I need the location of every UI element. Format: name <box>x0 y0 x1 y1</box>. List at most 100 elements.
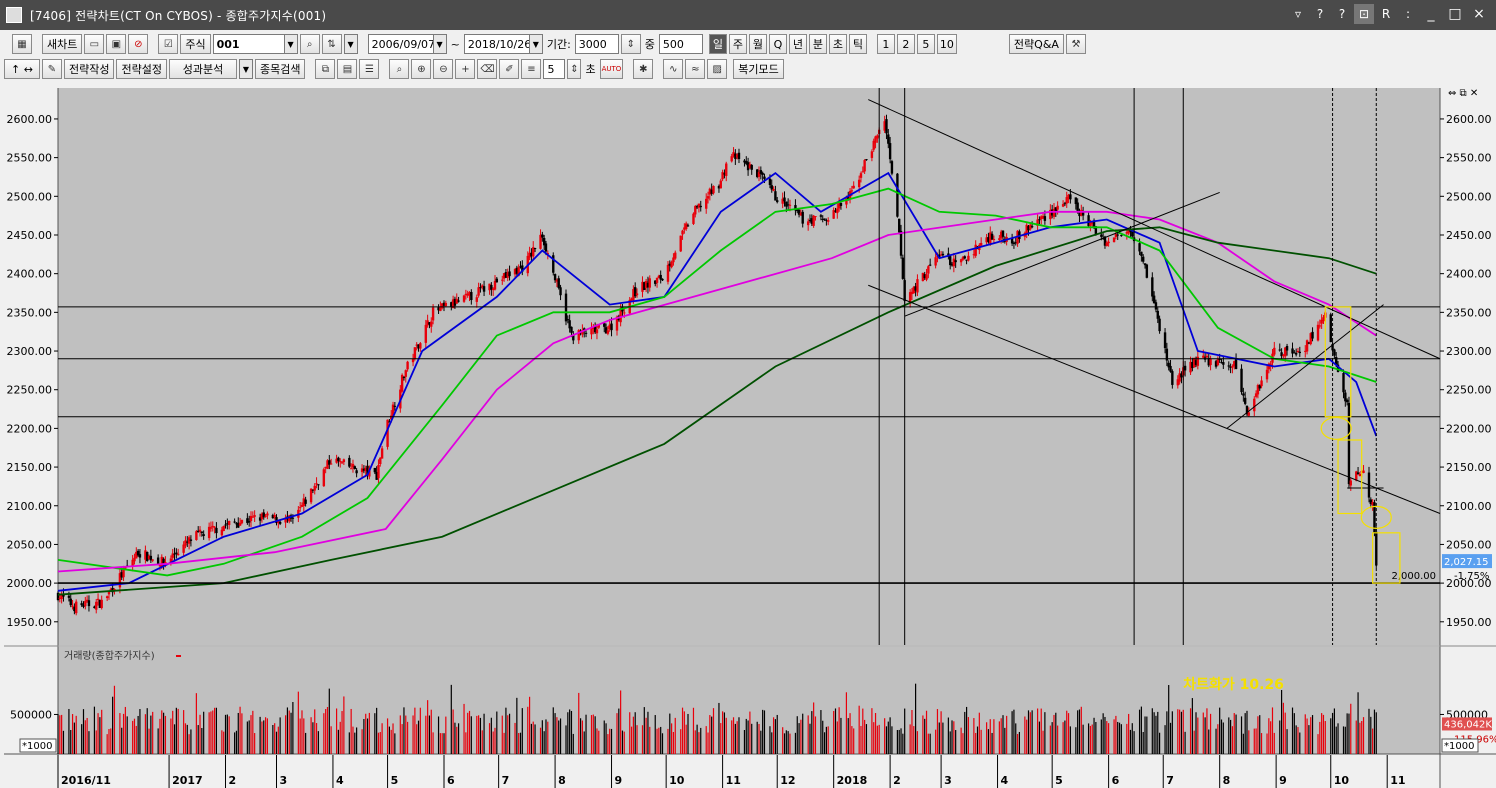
info-icon[interactable]: ? <box>1332 4 1352 24</box>
wave-icon-1[interactable]: ∿ <box>663 59 684 79</box>
period-second-button[interactable]: 초 <box>828 34 847 54</box>
period-spin-icon[interactable]: ⇕ <box>620 34 641 54</box>
wrench-icon[interactable]: ⚒ <box>1065 34 1086 54</box>
eraser-icon[interactable]: ⌫ <box>477 59 498 79</box>
period-day-button[interactable]: 일 <box>708 34 727 54</box>
candle-body <box>1140 251 1143 256</box>
perf-analysis-button[interactable]: 성과분석 <box>168 59 237 79</box>
link-icon[interactable]: ▿ <box>1288 4 1308 24</box>
left-tick-label: 2000.00 <box>7 577 53 590</box>
candle-body <box>1120 235 1123 237</box>
end-date-input[interactable]: 2018/10/26 <box>463 34 531 54</box>
search-icon[interactable]: ⌕ <box>299 34 320 54</box>
period-tick-button[interactable]: 틱 <box>848 34 867 54</box>
perf-dropdown-icon[interactable]: ▼ <box>238 59 253 79</box>
sort-icon[interactable]: ⇅ <box>321 34 342 54</box>
candle <box>400 373 404 393</box>
code-dropdown-icon[interactable]: ▼ <box>283 34 298 54</box>
candle-body <box>1061 204 1065 207</box>
crosshair-icon[interactable]: + <box>455 59 476 79</box>
n-1-button[interactable]: 1 <box>876 34 895 54</box>
candle-body <box>774 191 777 201</box>
candle-body <box>1222 362 1225 365</box>
left-tick-label: 2350.00 <box>7 306 53 319</box>
period-input[interactable]: 3000 <box>574 34 619 54</box>
candle-body <box>890 161 894 174</box>
period-year-button[interactable]: 년 <box>788 34 807 54</box>
sec-spin-icon[interactable]: ⇕ <box>567 59 582 79</box>
period-week-button[interactable]: 주 <box>728 34 747 54</box>
n-2-button[interactable]: 2 <box>896 34 915 54</box>
close-button[interactable]: × <box>1468 4 1490 24</box>
new-chart-button[interactable]: 새차트 <box>42 34 83 54</box>
candle-body <box>1318 325 1322 327</box>
zoom-out-icon[interactable]: ⊖ <box>433 59 454 79</box>
candle-body <box>329 463 333 465</box>
chart-icon[interactable]: ▨ <box>707 59 728 79</box>
maximize-button[interactable]: □ <box>1444 4 1466 24</box>
candle-body <box>979 242 983 246</box>
n-5-button[interactable]: 5 <box>916 34 935 54</box>
start-date-dropdown-icon[interactable]: ▼ <box>432 34 447 54</box>
end-date-dropdown-icon[interactable]: ▼ <box>528 34 543 54</box>
chart-svg[interactable]: 2,000.002600.00 2600.002550.00 2550.002500… <box>4 84 1496 788</box>
x-tick-label: 2018 <box>837 774 868 787</box>
code-input[interactable]: 001 <box>212 34 285 54</box>
minimize-button[interactable]: _ <box>1420 4 1442 24</box>
menu-icon[interactable]: : <box>1398 4 1418 24</box>
layout-icon-2[interactable]: ▤ <box>337 59 358 79</box>
x-tick-label: 7 <box>1166 774 1174 787</box>
sort-dropdown-icon[interactable]: ▼ <box>343 34 358 54</box>
wave-icon-2[interactable]: ≈ <box>685 59 706 79</box>
right-tick-label: 2100.00 <box>1446 500 1492 513</box>
stock-type-select[interactable]: 주식 <box>180 34 211 54</box>
candle-body <box>1107 241 1110 244</box>
strategy-set-button[interactable]: 전략설정 <box>116 59 167 79</box>
save-icon[interactable]: ▣ <box>106 34 127 54</box>
layout-icon-1[interactable]: ⧉ <box>315 59 336 79</box>
layout-icon-3[interactable]: ☰ <box>359 59 380 79</box>
candle-body <box>544 243 548 252</box>
pin-icon[interactable]: ⊡ <box>1354 4 1374 24</box>
arrows-button[interactable]: ↑ ↔ <box>4 59 40 79</box>
draw-icon[interactable]: ✐ <box>499 59 520 79</box>
candle-body <box>1342 373 1345 393</box>
check-icon[interactable]: ☑ <box>158 34 179 54</box>
r-icon[interactable]: R <box>1376 4 1396 24</box>
x-tick-label: 11 <box>726 774 741 787</box>
period-quarter-button[interactable]: Q <box>768 34 787 54</box>
candle-body <box>444 302 448 307</box>
candle-body <box>850 190 854 192</box>
grid-icon[interactable]: ▦ <box>12 34 32 54</box>
x-tick-label: 8 <box>558 774 566 787</box>
candle-body <box>610 323 613 331</box>
auto-button[interactable]: AUTO <box>599 59 624 79</box>
candle-body <box>1163 332 1167 349</box>
open-icon[interactable]: ▭ <box>84 34 105 54</box>
help-icon[interactable]: ? <box>1310 4 1330 24</box>
delete-icon[interactable]: ⊘ <box>128 34 149 54</box>
start-date-input[interactable]: 2006/09/07 <box>367 34 435 54</box>
list-icon[interactable]: ≡ <box>521 59 542 79</box>
zoom-in-icon[interactable]: ⊕ <box>411 59 432 79</box>
sec-input[interactable]: 5 <box>543 59 566 79</box>
x-tick-label: 9 <box>1279 774 1287 787</box>
period-minute-button[interactable]: 분 <box>808 34 827 54</box>
edit-icon[interactable]: ✎ <box>42 59 62 79</box>
candle-body <box>557 278 560 288</box>
candle-body <box>1247 412 1251 416</box>
candle-body <box>812 215 815 226</box>
candle-body <box>606 330 610 334</box>
strategy-write-button[interactable]: 전략작성 <box>64 59 115 79</box>
candle-body <box>541 234 544 238</box>
n-10-button[interactable]: 10 <box>936 34 957 54</box>
count-input[interactable]: 500 <box>658 34 703 54</box>
level-label: 2,000.00 <box>1391 571 1436 582</box>
strategy-qa-button[interactable]: 전략Q&A <box>1008 34 1064 54</box>
stock-search-button[interactable]: 종목검색 <box>254 59 306 79</box>
zoom-icon[interactable]: ⌕ <box>389 59 410 79</box>
candle-body <box>1311 331 1314 339</box>
period-month-button[interactable]: 월 <box>748 34 767 54</box>
settings-icon[interactable]: ✱ <box>633 59 654 79</box>
review-mode-button[interactable]: 복기모드 <box>733 59 784 79</box>
